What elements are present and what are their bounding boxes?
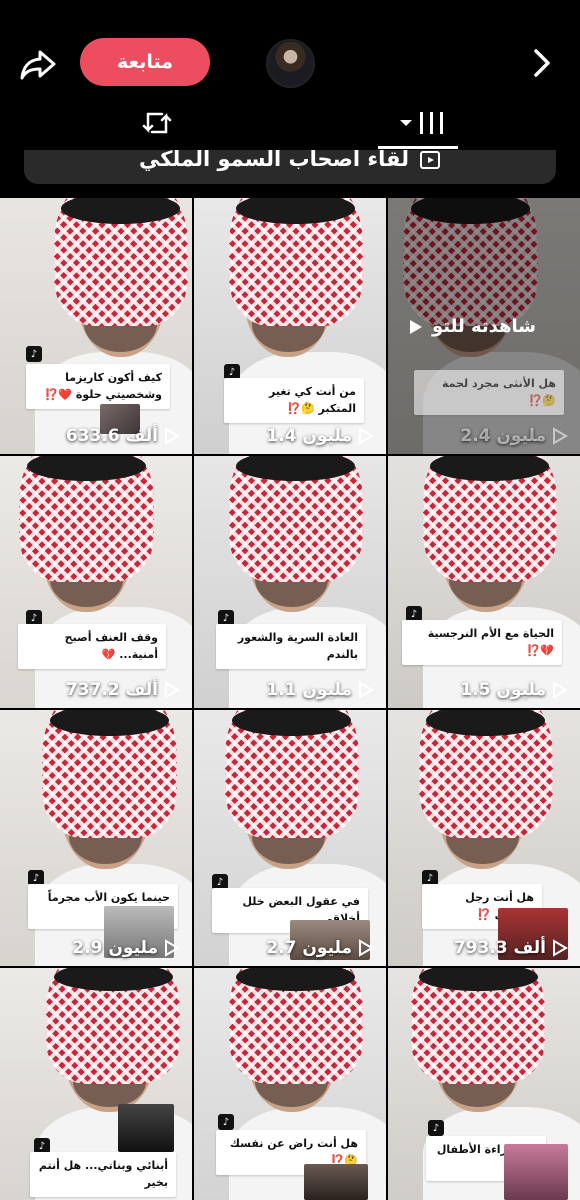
follow-button[interactable]: متابعة <box>80 38 210 86</box>
video-tile[interactable]: ♪ في عقول البعض خلل أخلاقي 2.7 مليون <box>194 710 386 966</box>
video-caption: وقف العنف أصبح أمنية... 💔 <box>18 624 166 669</box>
video-tile[interactable]: ♪ كيف أكون كاريزما وشخصيتي حلوة ❤️⁉️ 633… <box>0 198 192 454</box>
view-count: 633.6 ألف <box>66 426 180 446</box>
video-caption: كيف أكون كاريزما وشخصيتي حلوة ❤️⁉️ <box>26 364 170 409</box>
chevron-right-icon[interactable] <box>528 46 556 80</box>
video-grid: ♪ كيف أكون كاريزما وشخصيتي حلوة ❤️⁉️ 633… <box>0 198 580 1200</box>
video-caption: من أنت كي تغير المتكبر 🤔⁉️ <box>224 378 364 423</box>
play-icon <box>409 319 422 334</box>
video-tile[interactable]: ♪ الحياة مع الأم النرجسية 💔⁉️ 1.5 مليون <box>388 456 580 708</box>
play-icon <box>165 939 180 957</box>
view-count: 2.9 مليون <box>72 938 180 958</box>
tiktok-icon: ♪ <box>218 1114 234 1130</box>
video-caption: العادة السرية والشعور بالندم <box>216 624 366 669</box>
avatar[interactable] <box>266 39 315 88</box>
video-tile[interactable]: ♪ أبنائي وبناتي... هل أنتم بخير <box>0 968 192 1200</box>
watched-label: شاهدته للتو <box>408 316 536 337</box>
video-tile[interactable]: ♪ جرح براءة الأطفال 💔 <box>388 968 580 1200</box>
play-icon <box>359 681 374 699</box>
video-tile[interactable]: ♪ حينما يكون الأب مجرماً ‼️💔 2.9 مليون <box>0 710 192 966</box>
view-count: 737.2 ألف <box>66 680 180 700</box>
play-icon <box>553 939 568 957</box>
play-icon <box>553 427 568 445</box>
video-caption: هل الأنثى مجرد لحمة 🤔⁉️ <box>414 370 564 415</box>
video-tile[interactable]: ♪ من أنت كي تغير المتكبر 🤔⁉️ 1.4 مليون <box>194 198 386 454</box>
video-tile[interactable]: ♪ هل أنت رجل حقيقي ⁉️ 793.3 ألف <box>388 710 580 966</box>
play-icon <box>359 939 374 957</box>
tab-indicator <box>378 146 458 149</box>
video-caption: أبنائي وبناتي... هل أنتم بخير <box>30 1152 176 1197</box>
view-count: 2.4 مليون <box>460 426 568 446</box>
view-count: 2.7 مليون <box>266 938 374 958</box>
play-icon <box>165 427 180 445</box>
play-icon <box>553 681 568 699</box>
view-count: 1.1 مليون <box>266 680 374 700</box>
video-tile[interactable]: شاهدته للتو هل الأنثى مجرد لحمة 🤔⁉️ 2.4 … <box>388 198 580 454</box>
playlist-title: لقاء أصحاب السمو الملكي <box>138 150 410 171</box>
play-icon <box>165 681 180 699</box>
video-caption: الحياة مع الأم النرجسية 💔⁉️ <box>402 620 562 665</box>
view-count: 793.3 ألف <box>454 938 568 958</box>
video-tile[interactable]: ♪ وقف العنف أصبح أمنية... 💔 737.2 ألف <box>0 456 192 708</box>
video-tile[interactable]: ♪ العادة السرية والشعور بالندم 1.1 مليون <box>194 456 386 708</box>
loop-icon[interactable] <box>140 108 174 138</box>
view-count: 1.4 مليون <box>266 426 374 446</box>
grid-view-icon[interactable] <box>398 108 448 138</box>
video-tile[interactable]: ♪ هل أنت راض عن نفسك 🤔⁉️ <box>194 968 386 1200</box>
playlist-banner[interactable]: لقاء أصحاب السمو الملكي <box>24 150 556 184</box>
tiktok-icon: ♪ <box>428 1120 444 1136</box>
top-bar: متابعة <box>0 0 580 152</box>
view-count: 1.5 مليون <box>460 680 568 700</box>
play-icon <box>359 427 374 445</box>
share-icon[interactable] <box>18 44 58 84</box>
playlist-icon <box>419 150 441 171</box>
tiktok-icon: ♪ <box>26 346 42 362</box>
